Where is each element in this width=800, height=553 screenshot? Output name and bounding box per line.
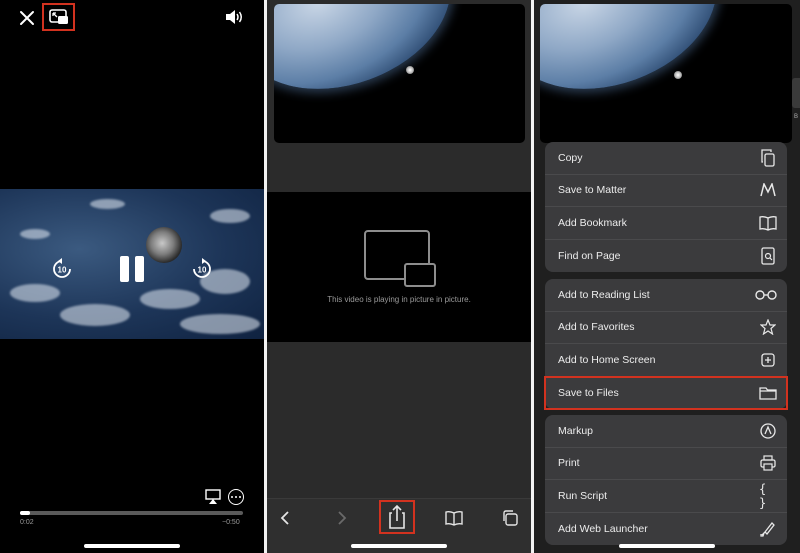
markup-icon — [759, 422, 777, 440]
chevron-right-icon — [338, 511, 347, 525]
tabs-button[interactable] — [500, 507, 520, 529]
pip-video-window[interactable] — [274, 4, 525, 143]
braces-icon: { } — [759, 481, 767, 510]
share-icon — [389, 504, 405, 529]
share-actions-group-2: Add to Reading List Add to Favorites Add… — [544, 279, 788, 410]
glasses-icon — [755, 286, 777, 304]
pip-video-window[interactable] — [540, 4, 792, 143]
book-icon — [759, 214, 777, 232]
remaining-time: −0:50 — [222, 519, 240, 526]
pip-placeholder: This video is playing in picture in pict… — [267, 192, 531, 342]
copy-icon — [759, 149, 777, 167]
action-save-to-files[interactable]: Save to Files — [544, 375, 788, 410]
forward-button[interactable] — [332, 507, 352, 529]
home-indicator — [619, 544, 715, 548]
spacecraft-image — [146, 227, 182, 263]
printer-icon — [759, 454, 777, 472]
video-player-screen: 10 10 0:02 −0:50 — [0, 0, 264, 553]
action-print[interactable]: Print — [545, 448, 787, 480]
skip-forward-icon: 10 — [193, 258, 211, 278]
picture-in-picture-button[interactable] — [42, 3, 75, 31]
launcher-icon — [759, 520, 777, 538]
star-icon — [759, 318, 777, 336]
home-indicator — [84, 544, 180, 548]
action-add-to-home-screen[interactable]: Add to Home Screen — [545, 344, 787, 377]
more-options-icon[interactable] — [228, 489, 244, 505]
find-page-icon — [759, 247, 777, 265]
spacecraft-image — [406, 66, 414, 74]
bookmarks-button[interactable] — [444, 507, 464, 529]
share-actions-group-3: Markup Print Run Script { } Add Web Laun… — [545, 415, 787, 545]
playback-progress — [20, 511, 31, 515]
action-add-bookmark[interactable]: Add Bookmark — [545, 207, 787, 240]
spacecraft-image — [674, 71, 682, 79]
action-copy[interactable]: Copy — [545, 142, 787, 175]
svg-text:10: 10 — [198, 266, 207, 275]
pause-button[interactable] — [120, 256, 144, 282]
matter-icon — [759, 181, 777, 199]
partial-app-label: B — [794, 114, 799, 120]
action-run-script[interactable]: Run Script { } — [545, 480, 787, 513]
chevron-left-icon — [280, 511, 289, 525]
elapsed-time: 0:02 — [20, 519, 34, 526]
action-save-to-matter[interactable]: Save to Matter — [545, 175, 787, 207]
volume-icon[interactable] — [224, 8, 244, 26]
picture-in-picture-icon — [48, 9, 68, 24]
close-icon[interactable] — [17, 8, 37, 28]
playback-scrubber[interactable] — [20, 511, 243, 515]
action-find-on-page[interactable]: Find on Page — [545, 240, 787, 273]
browser-pip-screen: This video is playing in picture in pict… — [267, 0, 531, 553]
video-frame[interactable]: 10 10 — [0, 189, 264, 339]
partial-app-icon[interactable] — [792, 78, 800, 108]
plus-square-icon — [759, 351, 777, 369]
action-markup[interactable]: Markup — [545, 415, 787, 448]
back-button[interactable] — [275, 507, 295, 529]
book-icon — [445, 510, 463, 526]
action-add-to-favorites[interactable]: Add to Favorites — [545, 312, 787, 344]
svg-text:10: 10 — [58, 266, 67, 275]
skip-forward-button[interactable]: 10 — [191, 258, 213, 280]
action-add-to-reading-list[interactable]: Add to Reading List — [545, 279, 787, 312]
action-add-web-launcher[interactable]: Add Web Launcher — [545, 513, 787, 546]
folder-icon — [759, 384, 777, 402]
tabs-icon — [503, 510, 518, 526]
home-indicator — [351, 544, 447, 548]
skip-back-button[interactable]: 10 — [51, 258, 73, 280]
share-sheet-screen: B Copy Save to Matter Add Bookmark Find … — [534, 0, 800, 553]
airplay-icon[interactable] — [205, 489, 221, 505]
pip-message: This video is playing in picture in pict… — [327, 295, 471, 304]
share-button[interactable] — [379, 500, 415, 534]
skip-back-icon: 10 — [53, 258, 71, 278]
share-actions-group-1: Copy Save to Matter Add Bookmark Find on… — [545, 142, 787, 272]
